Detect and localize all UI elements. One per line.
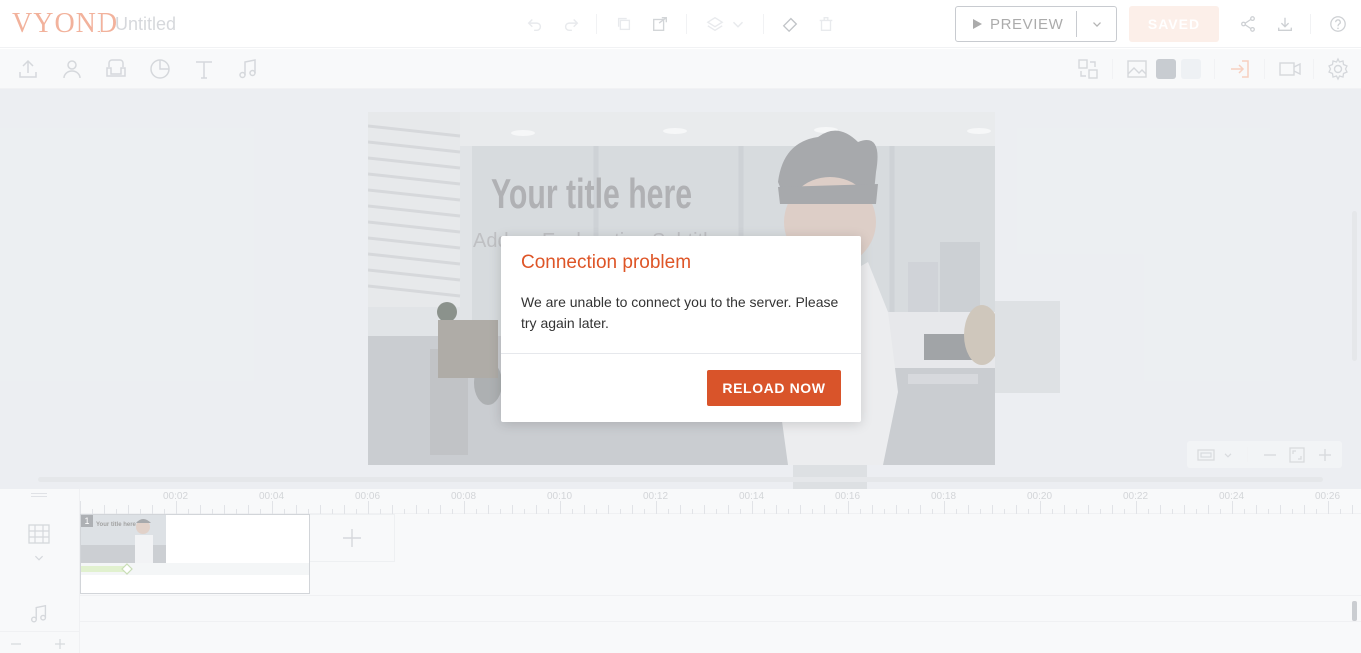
dialog-message: We are unable to connect you to the serv… [521,294,839,331]
dialog-divider [501,353,861,354]
connection-problem-dialog: Connection problem We are unable to conn… [501,236,861,422]
app-root: VYOND Untitled PREVIEW SAVED Your title … [0,0,1361,653]
reload-now-button[interactable]: RELOAD NOW [707,370,841,406]
dialog-title: Connection problem [521,252,692,273]
